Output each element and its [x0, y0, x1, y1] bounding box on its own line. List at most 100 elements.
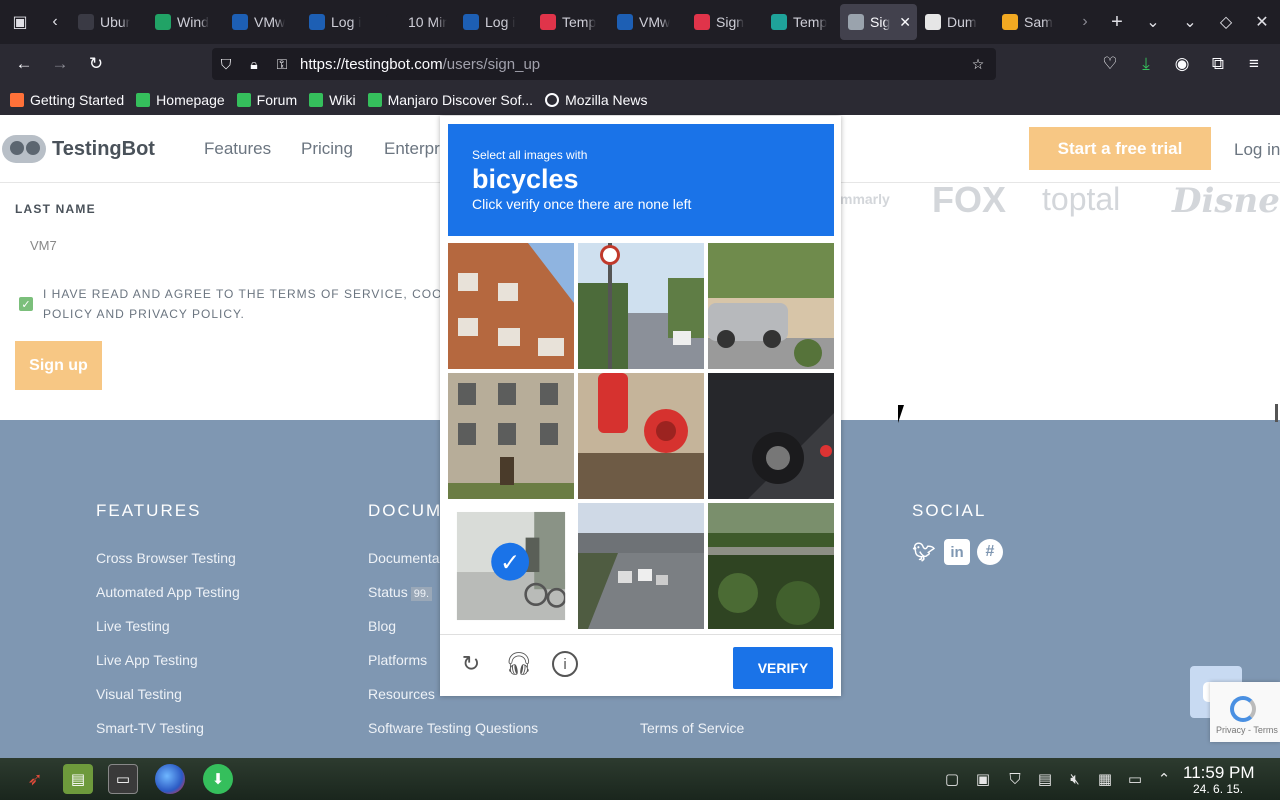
bookmark-star-icon[interactable]: ☆ — [964, 56, 992, 73]
terminal-icon[interactable]: ▭ — [108, 764, 138, 794]
verify-button[interactable]: VERIFY — [733, 647, 833, 689]
firefox-view-icon[interactable]: ▣ — [0, 4, 40, 40]
app-menu-icon[interactable]: ➶ — [20, 764, 50, 794]
bookmark-item[interactable]: Manjaro Discover Sof... — [367, 92, 533, 108]
captcha-tile-cyclist[interactable]: ✓ — [456, 511, 566, 621]
captcha-tile-parked-car[interactable] — [708, 243, 834, 369]
menu-icon[interactable]: ≡ — [1236, 48, 1272, 80]
volume-muted-icon[interactable]: 🔇︎ — [1065, 769, 1085, 789]
menu-enterprise[interactable]: Enterpr — [384, 139, 440, 159]
tab-favicon-icon — [771, 14, 787, 30]
downloads-icon[interactable]: ⤓ — [1128, 48, 1164, 80]
extensions-icon[interactable]: ⧉ — [1200, 48, 1236, 80]
screen-tray-icon[interactable]: ▣ — [973, 769, 993, 789]
download-manager-icon[interactable]: ⬇ — [203, 764, 233, 794]
footer-link-smart-tv[interactable]: Smart-TV Testing — [96, 720, 204, 736]
url-bar[interactable]: ⛉ 🔒︎ ⚿ https://testingbot.com/users/sign… — [212, 48, 996, 80]
footer-link-automated-app[interactable]: Automated App Testing — [96, 584, 240, 600]
linkedin-icon[interactable]: in — [944, 539, 970, 565]
browser-tab[interactable]: Ubur — [70, 4, 147, 40]
captcha-tile-hydrant[interactable] — [578, 373, 704, 499]
bookmark-item[interactable]: Wiki — [309, 92, 356, 108]
browser-tab[interactable]: 10 Minut — [378, 4, 455, 40]
shield-icon[interactable]: ⛉ — [212, 56, 240, 73]
tab-scroll-right-icon[interactable]: › — [1071, 4, 1099, 40]
reload-button[interactable]: ↻ — [78, 48, 114, 80]
clock-date[interactable]: 24. 6. 15. — [1193, 782, 1243, 796]
footer-link-status[interactable]: Status 99. — [368, 584, 432, 601]
captcha-tile-facade[interactable] — [448, 373, 574, 499]
browser-tab[interactable]: Temp — [532, 4, 609, 40]
new-tab-button[interactable]: + — [1099, 4, 1135, 40]
list-all-tabs-icon[interactable]: ⌄ — [1135, 4, 1171, 40]
login-link[interactable]: Log in — [1234, 140, 1280, 160]
window-tray-icon[interactable]: ▢ — [942, 769, 962, 789]
start-free-trial-button[interactable]: Start a free trial — [1029, 127, 1211, 170]
browser-tab[interactable]: Dum — [917, 4, 994, 40]
browser-taskbar-icon[interactable] — [155, 764, 185, 794]
forward-button[interactable]: → — [42, 48, 78, 80]
footer-link-live-app[interactable]: Live App Testing — [96, 652, 198, 668]
bookmark-item[interactable]: Forum — [236, 92, 297, 108]
back-button[interactable]: ← — [6, 48, 42, 80]
brand-toptal-logo: toptal — [1042, 181, 1121, 217]
site-logo[interactable]: TestingBot — [2, 135, 155, 163]
clock-time[interactable]: 11:59 PM — [1183, 763, 1255, 783]
captcha-tile-street-sign[interactable] — [578, 243, 704, 369]
captcha-tile-building[interactable] — [448, 243, 574, 369]
browser-tab[interactable]: Sam — [994, 4, 1071, 40]
browser-tab[interactable]: Wind — [147, 4, 224, 40]
recaptcha-badge-text[interactable]: Privacy - Terms — [1216, 725, 1278, 735]
bookmark-item[interactable]: Homepage — [136, 92, 225, 108]
footer-link-testing-questions[interactable]: Software Testing Questions — [368, 720, 538, 736]
browser-tab[interactable]: Sig ✕ — [840, 4, 917, 40]
reload-icon[interactable]: ↻ — [456, 649, 486, 679]
clipboard-tray-icon[interactable]: ▤ — [1035, 769, 1055, 789]
tab-close-icon[interactable]: ✕ — [899, 14, 911, 31]
browser-tab[interactable]: Log i — [455, 4, 532, 40]
browser-tab[interactable]: Log i — [301, 4, 378, 40]
footer-link-live-testing[interactable]: Live Testing — [96, 618, 170, 634]
captcha-tile-wheel[interactable] — [708, 373, 834, 499]
disk-tray-icon[interactable]: ▦ — [1095, 769, 1115, 789]
browser-tab[interactable]: VMw — [224, 4, 301, 40]
footer-link-documentation[interactable]: Documenta — [368, 550, 440, 566]
footer-link-cross-browser[interactable]: Cross Browser Testing — [96, 550, 236, 566]
url-text[interactable]: https://testingbot.com/users/sign_up — [300, 56, 540, 73]
audio-icon[interactable]: 🎧︎ — [504, 649, 534, 679]
key-icon[interactable]: ⚿ — [268, 56, 296, 73]
page-scrollbar[interactable] — [1275, 404, 1278, 422]
footer-link-resources[interactable]: Resources — [368, 686, 435, 702]
account-icon[interactable]: ◉ — [1164, 48, 1200, 80]
twitter-icon[interactable]: 🐦︎ — [911, 539, 937, 565]
browser-tab[interactable]: Temp — [763, 4, 840, 40]
pocket-icon[interactable]: ♡ — [1092, 48, 1128, 80]
tab-scroll-left-icon[interactable]: ‹ — [40, 4, 70, 40]
menu-pricing[interactable]: Pricing — [301, 139, 353, 159]
agree-checkbox[interactable]: ✓ — [19, 297, 33, 311]
captcha-tile-highway[interactable] — [578, 503, 704, 629]
security-tray-icon[interactable]: ⛉ — [1005, 769, 1025, 789]
browser-tab[interactable]: Sign — [686, 4, 763, 40]
restore-diamond-icon[interactable]: ◇ — [1208, 4, 1244, 40]
footer-link-visual[interactable]: Visual Testing — [96, 686, 182, 702]
browser-tab[interactable]: VMw — [609, 4, 686, 40]
window-close-icon[interactable]: ✕ — [1244, 4, 1280, 40]
bookmark-item[interactable]: Getting Started — [10, 92, 124, 108]
network-tray-icon[interactable]: ▭ — [1125, 769, 1145, 789]
sign-up-button[interactable]: Sign up — [15, 341, 102, 390]
tray-expand-icon[interactable]: ⌃ — [1154, 769, 1174, 789]
minimize-chevron-icon[interactable]: ⌄ — [1172, 4, 1208, 40]
bookmark-item[interactable]: Mozilla News — [545, 92, 648, 108]
last-name-input[interactable] — [15, 225, 445, 265]
recaptcha-badge[interactable]: Privacy - Terms — [1210, 682, 1280, 742]
footer-link-terms[interactable]: Terms of Service — [640, 720, 744, 736]
info-icon[interactable]: i — [552, 651, 578, 677]
menu-features[interactable]: Features — [204, 139, 271, 159]
footer-link-blog[interactable]: Blog — [368, 618, 396, 634]
slack-icon[interactable]: # — [977, 539, 1003, 565]
footer-link-platforms[interactable]: Platforms — [368, 652, 427, 668]
file-manager-icon[interactable]: ▤ — [63, 764, 93, 794]
lock-icon[interactable]: 🔒︎ — [240, 56, 268, 73]
captcha-tile-bridge[interactable] — [708, 503, 834, 629]
